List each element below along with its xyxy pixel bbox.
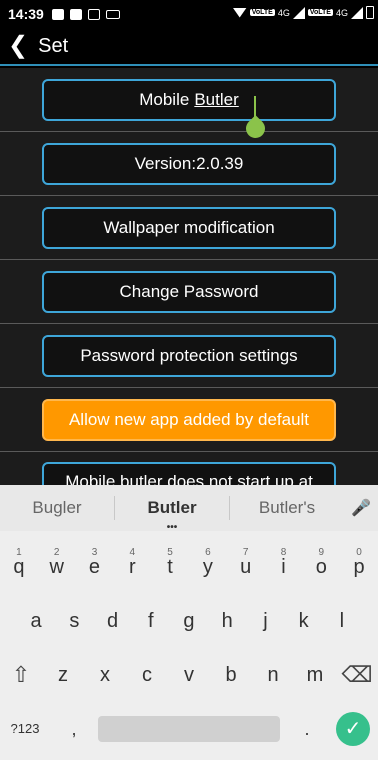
backspace-key-icon[interactable]: ⌫ [336,649,378,701]
done-check-icon[interactable]: ✓ [336,712,370,746]
message-notification-icon [69,8,82,20]
signal-icon-2 [351,6,363,19]
status-bar: 14:39 VoLTE 4G VoLTE 4G [0,0,378,28]
keyboard-row-3: ⇧ z x c v b n m ⌫ [0,649,378,701]
key-w[interactable]: 2w [38,541,76,593]
suggestion-center[interactable]: Butler ••• [115,498,229,533]
settings-row-version: Version:2.0.39 [0,132,378,196]
key-i[interactable]: 8i [265,541,303,593]
key-g[interactable]: g [170,595,208,647]
key-r[interactable]: 4r [113,541,151,593]
allow-new-app-toggle-button[interactable]: Allow new app added by default [42,398,336,441]
key-s[interactable]: s [55,595,93,647]
image-notification-icon [51,8,64,20]
name-editing-word: Butler [194,89,239,109]
key-q[interactable]: 1q [0,541,38,593]
key-j[interactable]: j [246,595,284,647]
key-z[interactable]: z [42,649,84,701]
notification-icons [51,8,120,20]
key-b[interactable]: b [210,649,252,701]
wallpaper-modification-button[interactable]: Wallpaper modification [42,206,336,249]
period-key[interactable]: . [280,703,334,755]
change-password-button[interactable]: Change Password [42,270,336,313]
network-label-1: 4G [277,7,290,18]
startup-setting-button[interactable]: Mobile butler does not start up at [42,462,336,485]
settings-list: Mobile Butler Version:2.0.39 Wallpaper m… [0,68,378,485]
settings-row-name: Mobile Butler [0,68,378,132]
wifi-icon [232,7,247,18]
key-d[interactable]: d [93,595,131,647]
key-l[interactable]: l [323,595,361,647]
settings-row-allow-new-app: Allow new app added by default [0,388,378,452]
volte-badge-1: VoLTE [249,9,275,16]
settings-row-password: Change Password [0,260,378,324]
key-p[interactable]: 0p [340,541,378,593]
key-x[interactable]: x [84,649,126,701]
key-o[interactable]: 9o [302,541,340,593]
signal-icon-1 [292,6,305,19]
mobile-butler-name-field[interactable]: Mobile Butler [42,78,336,121]
microphone-icon[interactable]: 🎤 [344,498,378,518]
back-chevron-icon[interactable]: ❮ [8,34,28,58]
keyboard-row-2: a s d f g h j k l [0,595,378,647]
symbols-key[interactable]: ?123 [0,703,50,755]
key-f[interactable]: f [132,595,170,647]
suggestion-left[interactable]: Bugler [0,498,114,518]
settings-row-protection: Password protection settings [0,324,378,388]
key-a[interactable]: a [17,595,55,647]
keyboard-notification-icon [105,9,120,19]
key-u[interactable]: 7u [227,541,265,593]
suggestion-strip: Bugler Butler ••• Butler's 🎤 [0,485,378,533]
calendar-notification-icon [87,8,100,20]
app-bar: ❮ Set [0,28,378,66]
key-t[interactable]: 5t [151,541,189,593]
battery-icon [366,6,374,19]
status-right-icons: VoLTE 4G VoLTE 4G [232,6,374,19]
keyboard-row-1: 1q 2w 3e 4r 5t 6y 7u 8i 9o 0p [0,541,378,593]
on-screen-keyboard: 1q 2w 3e 4r 5t 6y 7u 8i 9o 0p a s d f g … [0,531,378,760]
page-title: Set [38,34,69,57]
volte-badge-2: VoLTE [307,9,333,16]
keyboard-row-4: ?123 , . [0,703,378,755]
key-e[interactable]: 3e [76,541,114,593]
suggestion-center-label: Butler [147,498,197,517]
suggestion-right[interactable]: Butler's [230,498,344,518]
settings-row-wallpaper: Wallpaper modification [0,196,378,260]
version-button[interactable]: Version:2.0.39 [42,142,336,185]
status-time: 14:39 [8,6,44,22]
key-h[interactable]: h [208,595,246,647]
key-k[interactable]: k [285,595,323,647]
shift-key-icon[interactable]: ⇧ [0,649,42,701]
name-prefix: Mobile [139,89,190,109]
space-bar[interactable] [98,716,280,742]
key-m[interactable]: m [294,649,336,701]
key-v[interactable]: v [168,649,210,701]
key-y[interactable]: 6y [189,541,227,593]
network-label-2: 4G [335,7,348,18]
key-n[interactable]: n [252,649,294,701]
settings-row-startup: Mobile butler does not start up at [0,452,378,485]
comma-key[interactable]: , [50,703,98,755]
password-protection-settings-button[interactable]: Password protection settings [42,334,336,377]
key-c[interactable]: c [126,649,168,701]
